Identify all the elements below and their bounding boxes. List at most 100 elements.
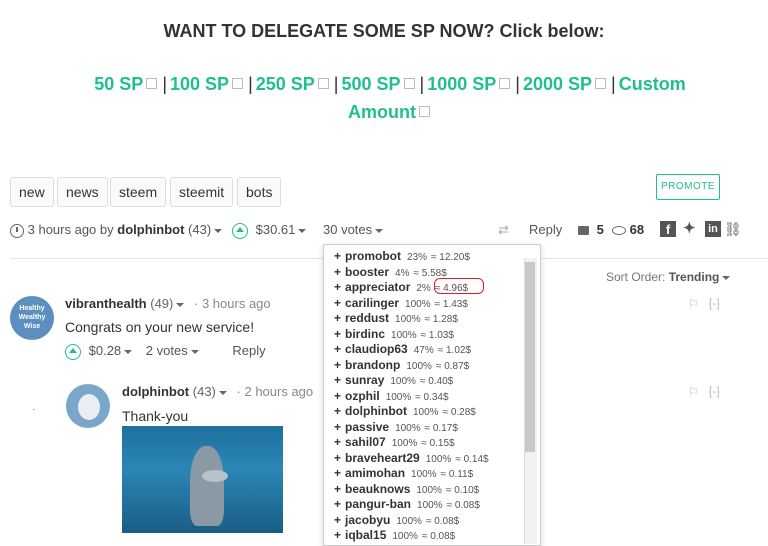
voter-row[interactable]: + passive 100% ≈ 0.17$ (324, 419, 540, 435)
voter-row[interactable]: + amimohan 100% ≈ 0.11$ (324, 465, 540, 481)
comment-header: vibranthealth (49) · 3 hours ago (65, 296, 271, 311)
post-payout[interactable]: $30.61 (232, 222, 307, 239)
post-votes-toggle[interactable]: 30 votes (323, 222, 384, 238)
upvote-icon[interactable] (65, 343, 81, 360)
voter-name[interactable]: appreciator (345, 280, 410, 294)
voter-name[interactable]: amimohan (345, 466, 405, 480)
delegate-50-link[interactable]: 50 SP (94, 74, 159, 94)
voter-value: ≈ 0.15$ (421, 438, 455, 449)
comment-votes-label[interactable]: 2 votes (146, 343, 188, 358)
voter-name[interactable]: claudiop63 (345, 342, 408, 356)
delegate-100-link[interactable]: 100 SP (170, 74, 245, 94)
scrollbar-thumb[interactable] (525, 262, 535, 452)
voter-prefix: + (334, 311, 342, 325)
voter-name[interactable]: ozphil (345, 389, 380, 403)
voter-row[interactable]: + birdinc 100% ≈ 1.03$ (324, 326, 540, 342)
promote-button[interactable]: PROMOTE (656, 174, 720, 200)
comment-time[interactable]: 2 hours ago (244, 384, 313, 399)
views-count-value: 68 (629, 222, 645, 237)
voter-row[interactable]: + braveheart29 100% ≈ 0.14$ (324, 450, 540, 466)
comment-payout-value[interactable]: $0.28 (89, 343, 122, 358)
comment-time[interactable]: 3 hours ago (202, 296, 271, 311)
voter-name[interactable]: carilinger (345, 296, 399, 310)
reply-link[interactable]: Reply (529, 222, 562, 238)
comment-author-link[interactable]: vibranthealth (65, 296, 147, 311)
chevron-down-icon[interactable] (298, 228, 307, 233)
flag-icon[interactable]: ⚐ (688, 385, 699, 399)
linkedin-icon[interactable]: in (705, 221, 721, 237)
voter-name[interactable]: iqbal15 (345, 528, 386, 542)
voter-row[interactable]: + dolphinbot 100% ≈ 0.28$ (324, 403, 540, 419)
voter-row[interactable]: + promobot 23% ≈ 12.20$ (324, 248, 540, 264)
chevron-down-icon[interactable] (214, 228, 223, 233)
voter-name[interactable]: jacobyu (345, 513, 390, 527)
tag-steem[interactable]: steem (110, 177, 167, 207)
voter-row[interactable]: + brandonp 100% ≈ 0.87$ (324, 357, 540, 373)
post-payout-value[interactable]: $30.61 (256, 222, 296, 237)
avatar-text: Healthy Wealthy Wise (18, 305, 46, 330)
voter-name[interactable]: dolphinbot (345, 404, 407, 418)
voter-name[interactable]: brandonp (345, 358, 400, 372)
chevron-down-icon[interactable] (190, 349, 199, 354)
sort-order[interactable]: Sort Order: Trending (606, 270, 731, 284)
delegate-250-link[interactable]: 250 SP (256, 74, 331, 94)
voter-name[interactable]: pangur-ban (345, 497, 411, 511)
comment-reply-link[interactable]: Reply (232, 343, 265, 358)
voter-name[interactable]: sunray (345, 373, 384, 387)
voter-name[interactable]: reddust (345, 311, 389, 325)
chevron-down-icon[interactable] (124, 349, 133, 354)
tag-news[interactable]: news (57, 177, 108, 207)
avatar[interactable]: Healthy Wealthy Wise (10, 296, 54, 340)
chevron-down-icon[interactable] (218, 390, 227, 395)
link-icon[interactable]: ⛓ (724, 221, 742, 238)
facebook-icon[interactable]: f (660, 221, 676, 237)
upvote-icon[interactable] (232, 222, 248, 239)
voter-name[interactable]: promobot (345, 249, 401, 263)
voter-percent: 100% (395, 314, 421, 325)
voter-name[interactable]: passive (345, 420, 389, 434)
post-votes-label[interactable]: 30 votes (323, 222, 372, 237)
voter-prefix: + (334, 481, 342, 496)
voter-row[interactable]: + reddust 100% ≈ 1.28$ (324, 310, 540, 326)
comments-count[interactable]: 5 (578, 222, 604, 238)
collapse-toggle[interactable]: [-] (709, 384, 720, 398)
voter-row[interactable]: + iqbal15 100% ≈ 0.08$ (324, 527, 540, 543)
post-author-link[interactable]: dolphinbot (117, 222, 184, 237)
delegate-500-link[interactable]: 500 SP (341, 74, 416, 94)
tag-new[interactable]: new (10, 177, 54, 207)
voter-row[interactable]: + sunray 100% ≈ 0.40$ (324, 372, 540, 388)
chevron-down-icon[interactable] (722, 275, 731, 280)
delegate-2000-link[interactable]: 2000 SP (523, 74, 608, 94)
voter-row[interactable]: + booster 4% ≈ 5.58$ (324, 264, 540, 280)
voter-value: ≈ 0.08$ (446, 500, 480, 511)
voter-row[interactable]: + ozphil 100% ≈ 0.34$ (324, 388, 540, 404)
voter-name[interactable]: booster (345, 265, 389, 279)
tag-steemit[interactable]: steemit (170, 177, 234, 207)
voter-row[interactable]: + appreciator 2% ≈ 4.96$ (324, 279, 540, 295)
voter-name[interactable]: beauknows (345, 482, 410, 496)
comment-author-link[interactable]: dolphinbot (122, 384, 189, 399)
external-link-icon (146, 78, 158, 89)
comment-payout[interactable]: $0.28 2 votes Reply (65, 343, 266, 360)
avatar[interactable] (66, 384, 110, 428)
voter-name[interactable]: braveheart29 (345, 451, 420, 465)
flag-icon[interactable]: ⚐ (688, 297, 699, 311)
voter-row[interactable]: + carilinger 100% ≈ 1.43$ (324, 295, 540, 311)
chevron-down-icon[interactable] (176, 302, 185, 307)
voter-row[interactable]: + jacobyu 100% ≈ 0.08$ (324, 512, 540, 528)
collapse-toggle[interactable]: [-] (709, 296, 720, 310)
sort-order-value[interactable]: Trending (669, 270, 720, 284)
voter-prefix: + (334, 357, 342, 372)
tag-bots[interactable]: bots (237, 177, 282, 207)
voter-row[interactable]: + beauknows 100% ≈ 0.10$ (324, 481, 540, 497)
delegate-1000-link[interactable]: 1000 SP (427, 74, 512, 94)
resteem-icon[interactable]: ⇄ (498, 222, 509, 238)
voter-prefix: + (334, 249, 342, 263)
voter-row[interactable]: + pangur-ban 100% ≈ 0.08$ (324, 496, 540, 512)
voter-name[interactable]: sahil07 (345, 435, 386, 449)
twitter-icon[interactable]: ✦ (683, 219, 696, 237)
voter-row[interactable]: + sahil07 100% ≈ 0.15$ (324, 434, 540, 450)
voter-row[interactable]: + claudiop63 47% ≈ 1.02$ (324, 341, 540, 357)
voter-name[interactable]: birdinc (345, 327, 385, 341)
voter-value: ≈ 0.08$ (421, 531, 456, 542)
